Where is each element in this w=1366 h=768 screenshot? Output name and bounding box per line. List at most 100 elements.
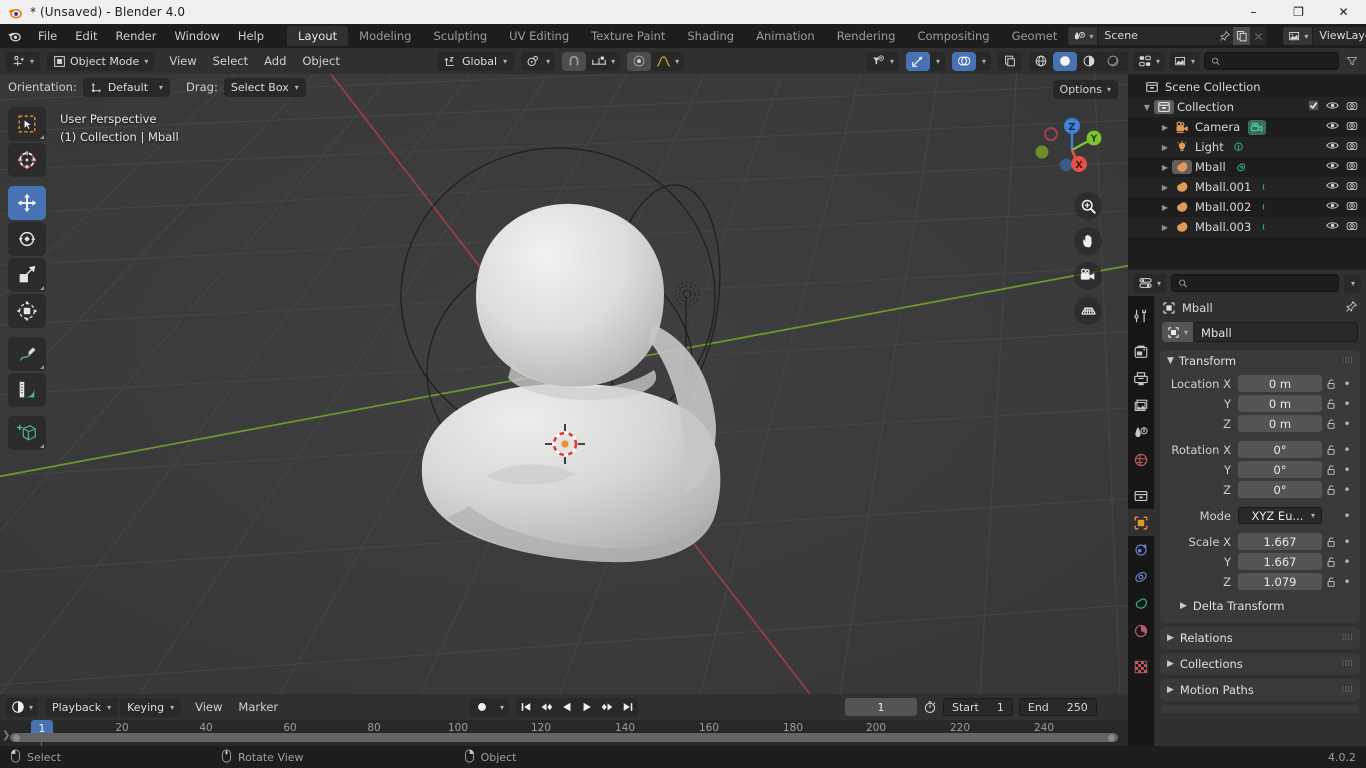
orientation-dropdown[interactable]: Default ▾ xyxy=(82,77,171,97)
scale-x-input[interactable]: 1.667 xyxy=(1238,533,1322,550)
tool-add-cube[interactable] xyxy=(8,416,46,450)
outliner-row-light[interactable]: ▶ Light xyxy=(1128,137,1366,157)
animate-property-dot[interactable]: • xyxy=(1340,443,1354,457)
workspace-tab-modeling[interactable]: Modeling xyxy=(348,26,422,46)
tool-scale[interactable] xyxy=(8,258,46,292)
animate-property-dot[interactable]: • xyxy=(1340,509,1354,523)
show-overlays-toggle[interactable] xyxy=(952,51,977,71)
properties-tab-view-layer[interactable] xyxy=(1128,392,1154,419)
disclosure-triangle-icon[interactable]: ▶ xyxy=(1158,143,1172,152)
eye-icon[interactable] xyxy=(1326,220,1339,234)
menu-window[interactable]: Window xyxy=(165,27,228,45)
disclosure-triangle-icon[interactable]: ▶ xyxy=(1158,123,1172,132)
play-button[interactable] xyxy=(577,698,597,717)
disclosure-triangle-icon[interactable]: ▶ xyxy=(1158,203,1172,212)
viewport-menu-view[interactable]: View xyxy=(161,52,204,71)
lock-icon[interactable] xyxy=(1322,444,1340,456)
delta-transform-subpanel[interactable]: ▶ Delta Transform xyxy=(1166,595,1354,616)
viewlayer-browse-button[interactable]: ▾ xyxy=(1283,27,1314,45)
workspace-tab-compositing[interactable]: Compositing xyxy=(906,26,1000,46)
outliner-display-mode-button[interactable]: ▾ xyxy=(1169,51,1201,71)
navigation-gizmo[interactable]: Z Y X xyxy=(1034,112,1110,188)
properties-editor-type-button[interactable]: ▾ xyxy=(1133,273,1167,293)
current-frame-input[interactable]: 1 xyxy=(845,698,917,716)
snap-magnet-toggle[interactable] xyxy=(562,51,587,71)
metaball-data-icon[interactable] xyxy=(1259,181,1272,194)
eye-icon[interactable] xyxy=(1326,100,1339,114)
jump-to-end-button[interactable] xyxy=(618,698,638,717)
editor-type-selector[interactable]: ▾ xyxy=(6,51,41,71)
properties-options-dropdown[interactable]: ▾ xyxy=(1343,273,1361,293)
scale-y-input[interactable]: 1.667 xyxy=(1238,553,1322,570)
outliner-search-input[interactable] xyxy=(1224,54,1332,68)
animate-property-dot[interactable]: • xyxy=(1340,555,1354,569)
hand-pan-icon[interactable] xyxy=(1074,227,1102,255)
scene-browse-button[interactable]: ▾ xyxy=(1068,27,1099,45)
rotation-x-input[interactable]: 0° xyxy=(1238,441,1322,458)
animate-property-dot[interactable]: • xyxy=(1340,417,1354,431)
properties-tab-scene[interactable] xyxy=(1128,419,1154,446)
zoom-icon[interactable] xyxy=(1074,192,1102,220)
lock-icon[interactable] xyxy=(1322,556,1340,568)
gizmo-options-dropdown[interactable]: ▾ xyxy=(930,52,945,71)
metaball-data-icon[interactable] xyxy=(1234,161,1247,174)
drag-action-dropdown[interactable]: Select Box ▾ xyxy=(223,77,306,97)
menu-edit[interactable]: Edit xyxy=(66,27,106,45)
snap-target-selector[interactable]: ▾ xyxy=(586,52,620,71)
properties-tab-object[interactable] xyxy=(1128,509,1154,536)
location-z-input[interactable]: 0 m xyxy=(1238,415,1322,432)
timeline-menu-marker[interactable]: Marker xyxy=(230,698,286,717)
animate-property-dot[interactable]: • xyxy=(1340,575,1354,589)
motion-paths-panel[interactable]: ▶ Motion Paths ⁞⁞⁞⁞ xyxy=(1160,679,1360,701)
disclosure-triangle-icon[interactable]: ▼ xyxy=(1140,103,1154,112)
3d-viewport[interactable]: User Perspective (1) Collection | Mball … xyxy=(0,74,1128,694)
workspace-tab-uv-editing[interactable]: UV Editing xyxy=(498,26,580,46)
tool-annotate[interactable] xyxy=(8,337,46,371)
workspace-tab-shading[interactable]: Shading xyxy=(676,26,745,46)
close-button[interactable]: ✕ xyxy=(1321,0,1366,24)
collection-exclude-checkbox[interactable] xyxy=(1308,100,1319,114)
outliner-row-mball[interactable]: ▶ Mball xyxy=(1128,157,1366,177)
lock-icon[interactable] xyxy=(1322,484,1340,496)
object-name-input[interactable]: Mball xyxy=(1193,322,1358,342)
collections-panel[interactable]: ▶ Collections ⁞⁞⁞⁞ xyxy=(1160,653,1360,675)
camera-render-icon[interactable] xyxy=(1346,100,1358,115)
camera-data-icon[interactable] xyxy=(1248,119,1267,135)
lock-icon[interactable] xyxy=(1322,576,1340,588)
outliner-row-mball-003[interactable]: ▶ Mball.003 xyxy=(1128,217,1366,237)
metaball-data-icon[interactable] xyxy=(1259,221,1272,234)
viewport-menu-select[interactable]: Select xyxy=(205,52,256,71)
workspace-tab-geometry-nodes[interactable]: Geomet xyxy=(1001,26,1069,46)
camera-view-icon[interactable] xyxy=(1074,262,1102,290)
show-gizmo-toggle[interactable] xyxy=(906,51,931,71)
animate-property-dot[interactable]: • xyxy=(1340,397,1354,411)
object-type-button[interactable]: ▾ xyxy=(1162,322,1194,342)
timeline-menu-playback[interactable]: Playback ▾ xyxy=(45,697,119,717)
menu-file[interactable]: File xyxy=(29,27,66,45)
frame-start-field[interactable]: Start 1 xyxy=(943,698,1013,716)
eye-icon[interactable] xyxy=(1326,120,1339,134)
delete-scene-button[interactable] xyxy=(1250,27,1267,45)
toggle-xray-button[interactable] xyxy=(998,52,1022,71)
new-scene-button[interactable] xyxy=(1233,27,1251,45)
rotation-y-input[interactable]: 0° xyxy=(1238,461,1322,478)
animate-property-dot[interactable]: • xyxy=(1340,535,1354,549)
outliner-editor-type-button[interactable]: ▾ xyxy=(1133,51,1166,71)
camera-render-icon[interactable] xyxy=(1346,220,1358,235)
camera-render-icon[interactable] xyxy=(1346,140,1358,155)
lock-icon[interactable] xyxy=(1322,398,1340,410)
disclosure-triangle-icon[interactable]: ▶ xyxy=(1158,183,1172,192)
tool-transform[interactable] xyxy=(8,294,46,328)
outliner-search-box[interactable] xyxy=(1204,52,1339,70)
disclosure-triangle-icon[interactable]: ▶ xyxy=(1158,163,1172,172)
workspace-tab-animation[interactable]: Animation xyxy=(745,26,826,46)
pin-icon[interactable] xyxy=(1216,27,1233,45)
scrollbar-right-grip[interactable] xyxy=(1108,734,1115,741)
lock-icon[interactable] xyxy=(1322,464,1340,476)
outliner-row-scene-collection[interactable]: Scene Collection xyxy=(1128,77,1366,97)
timeline-menu-keying[interactable]: Keying ▾ xyxy=(120,697,182,717)
properties-tab-output[interactable] xyxy=(1128,365,1154,392)
workspace-tab-rendering[interactable]: Rendering xyxy=(826,26,907,46)
animate-property-dot[interactable]: • xyxy=(1340,377,1354,391)
relations-panel[interactable]: ▶ Relations ⁞⁞⁞⁞ xyxy=(1160,627,1360,649)
